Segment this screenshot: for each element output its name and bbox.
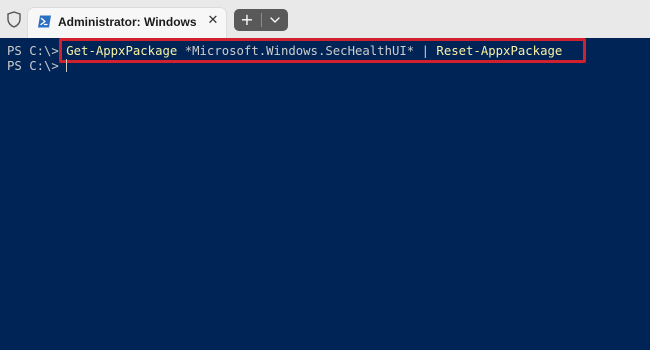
terminal-output[interactable]: PS C:\> Get-AppxPackage *Microsoft.Windo…	[0, 38, 650, 350]
title-bar: Administrator: Windows PowerShell ✕ +	[0, 0, 650, 39]
tab-actions: +	[234, 9, 288, 31]
text-cursor	[66, 59, 68, 72]
powershell-icon	[38, 15, 51, 28]
tab-powershell[interactable]: Administrator: Windows PowerShell ✕	[27, 7, 227, 38]
prompt: PS C:\>	[7, 44, 67, 58]
new-tab-button[interactable]: +	[234, 9, 260, 31]
shield-icon	[7, 11, 21, 28]
chevron-down-icon	[270, 17, 280, 23]
terminal-line: PS C:\> Get-AppxPackage *Microsoft.Windo…	[7, 43, 562, 59]
powershell-window: Administrator: Windows PowerShell ✕ + PS…	[0, 0, 650, 350]
cmdlet-reset-appxpackage: Reset-AppxPackage	[429, 44, 563, 58]
tab-title: Administrator: Windows PowerShell	[58, 15, 196, 29]
dropdown-button[interactable]	[262, 9, 288, 31]
close-tab-button[interactable]: ✕	[205, 13, 221, 29]
prompt: PS C:\>	[7, 59, 67, 73]
cmdlet-get-appxpackage: Get-AppxPackage	[66, 44, 178, 58]
pipe-operator: |	[421, 44, 430, 58]
terminal-line: PS C:\>	[7, 58, 68, 74]
command-argument: *Microsoft.Windows.SecHealthUI*	[177, 44, 422, 58]
